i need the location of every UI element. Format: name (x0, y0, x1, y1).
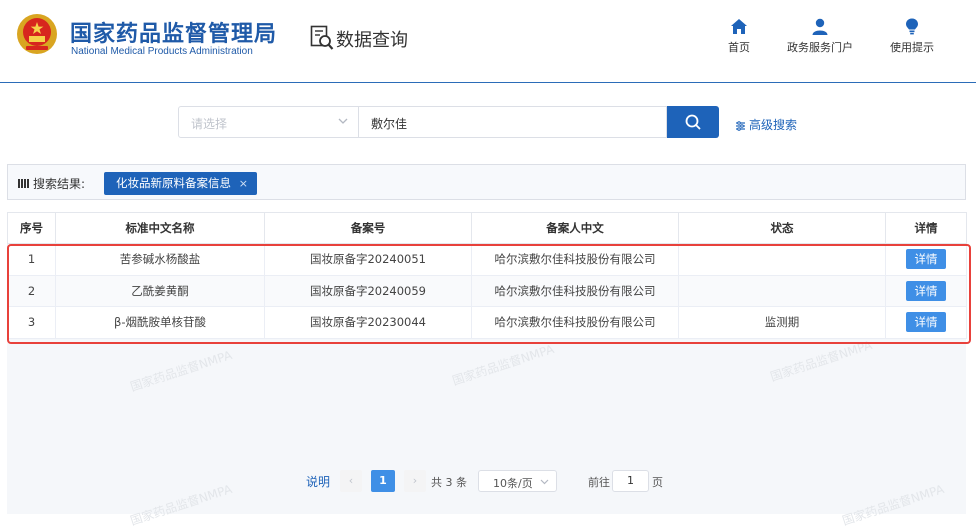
pagination: 说明 ‹ 1 › 共 3 条 10条/页 前往 1 页 (0, 470, 976, 492)
prev-page-button[interactable]: ‹ (340, 470, 362, 492)
row-action-cell: 详情 (885, 274, 967, 307)
row-index: 3 (7, 306, 56, 339)
page-size-select[interactable]: 10条/页 (478, 470, 557, 492)
search-button[interactable] (667, 106, 719, 138)
column-header: 详情 (885, 212, 967, 244)
chevron-down-icon (540, 479, 549, 485)
row-record-no: 国妆原备字20240051 (264, 243, 472, 276)
advanced-search-label: 高级搜索 (749, 118, 798, 132)
goto-page-input[interactable]: 1 (612, 470, 649, 492)
detail-button[interactable]: 详情 (906, 312, 946, 333)
org-name-cn[interactable]: 国家药品监督管理局 (70, 16, 277, 48)
row-filer: 哈尔滨敷尔佳科技股份有限公司 (471, 243, 679, 276)
results-bar: 搜索结果: 化妆品新原料备案信息 × (7, 164, 966, 200)
close-icon[interactable]: × (239, 172, 248, 195)
table-row: 3 β-烟酰胺单核苷酸 国妆原备字20230044 哈尔滨敷尔佳科技股份有限公司… (7, 306, 967, 339)
row-name: β-烟酰胺单核苷酸 (55, 306, 265, 339)
home-icon (731, 19, 747, 34)
org-name-en[interactable]: National Medical Products Administration (71, 46, 253, 57)
next-page-button[interactable]: › (404, 470, 426, 492)
advanced-search-link[interactable]: 高级搜索 (735, 116, 797, 133)
column-header: 状态 (678, 212, 886, 244)
nav-home-label: 首页 (728, 41, 750, 54)
nav-gov-portal-label: 政务服务门户 (787, 41, 853, 54)
column-header: 序号 (7, 212, 56, 244)
section-title: 数据查询 (336, 30, 408, 51)
nav-home[interactable]: 首页 (699, 18, 779, 55)
national-emblem-icon (17, 14, 57, 54)
row-index: 1 (7, 243, 56, 276)
row-filer: 哈尔滨敷尔佳科技股份有限公司 (471, 274, 679, 307)
category-select-placeholder: 请选择 (191, 117, 228, 131)
nav-usage-tips[interactable]: 使用提示 (872, 18, 952, 55)
nav-gov-portal[interactable]: 政务服务门户 (780, 18, 860, 55)
row-status (678, 243, 886, 276)
site-header: 国家药品监督管理局 National Medical Products Admi… (0, 0, 976, 83)
row-filer: 哈尔滨敷尔佳科技股份有限公司 (471, 306, 679, 339)
chevron-down-icon (338, 118, 348, 124)
filter-icon (736, 121, 745, 131)
data-query-icon (310, 25, 334, 50)
help-link[interactable]: 说明 (306, 473, 330, 490)
lightbulb-icon (906, 18, 918, 35)
current-page-button[interactable]: 1 (371, 470, 395, 492)
total-count: 共 3 条 (431, 476, 467, 489)
row-name: 苦参碱水杨酸盐 (55, 243, 265, 276)
nav-usage-tips-label: 使用提示 (890, 41, 934, 54)
category-select[interactable]: 请选择 (178, 106, 359, 138)
table-header-row: 序号 标准中文名称 备案号 备案人中文 状态 详情 (7, 212, 967, 244)
row-record-no: 国妆原备字20240059 (264, 274, 472, 307)
table-row: 2 乙酰姜黄酮 国妆原备字20240059 哈尔滨敷尔佳科技股份有限公司 详情 (7, 274, 967, 307)
results-table: 序号 标准中文名称 备案号 备案人中文 状态 详情 1 苦参碱水杨酸盐 国妆原备… (7, 212, 967, 339)
row-record-no: 国妆原备字20230044 (264, 306, 472, 339)
grid-icon (18, 179, 30, 188)
result-category-tag-label: 化妆品新原料备案信息 (116, 176, 231, 190)
row-index: 2 (7, 274, 56, 307)
row-status: 监测期 (678, 306, 886, 339)
row-name: 乙酰姜黄酮 (55, 274, 265, 307)
keyword-input[interactable]: 敷尔佳 (359, 106, 667, 138)
column-header: 标准中文名称 (55, 212, 265, 244)
keyword-input-value: 敷尔佳 (371, 117, 408, 131)
page-size-value: 10条/页 (493, 477, 533, 490)
column-header: 备案号 (264, 212, 472, 244)
detail-button[interactable]: 详情 (906, 280, 946, 301)
search-icon (685, 114, 701, 130)
row-action-cell: 详情 (885, 306, 967, 339)
page-suffix: 页 (652, 476, 663, 489)
result-category-tag[interactable]: 化妆品新原料备案信息 × (104, 172, 257, 195)
results-label: 搜索结果: (18, 175, 85, 192)
goto-label: 前往 (588, 476, 610, 489)
row-status (678, 274, 886, 307)
column-header: 备案人中文 (471, 212, 679, 244)
table-row: 1 苦参碱水杨酸盐 国妆原备字20240051 哈尔滨敷尔佳科技股份有限公司 详… (7, 243, 967, 276)
row-action-cell: 详情 (885, 243, 967, 276)
user-icon (812, 18, 828, 35)
detail-button[interactable]: 详情 (906, 249, 946, 270)
